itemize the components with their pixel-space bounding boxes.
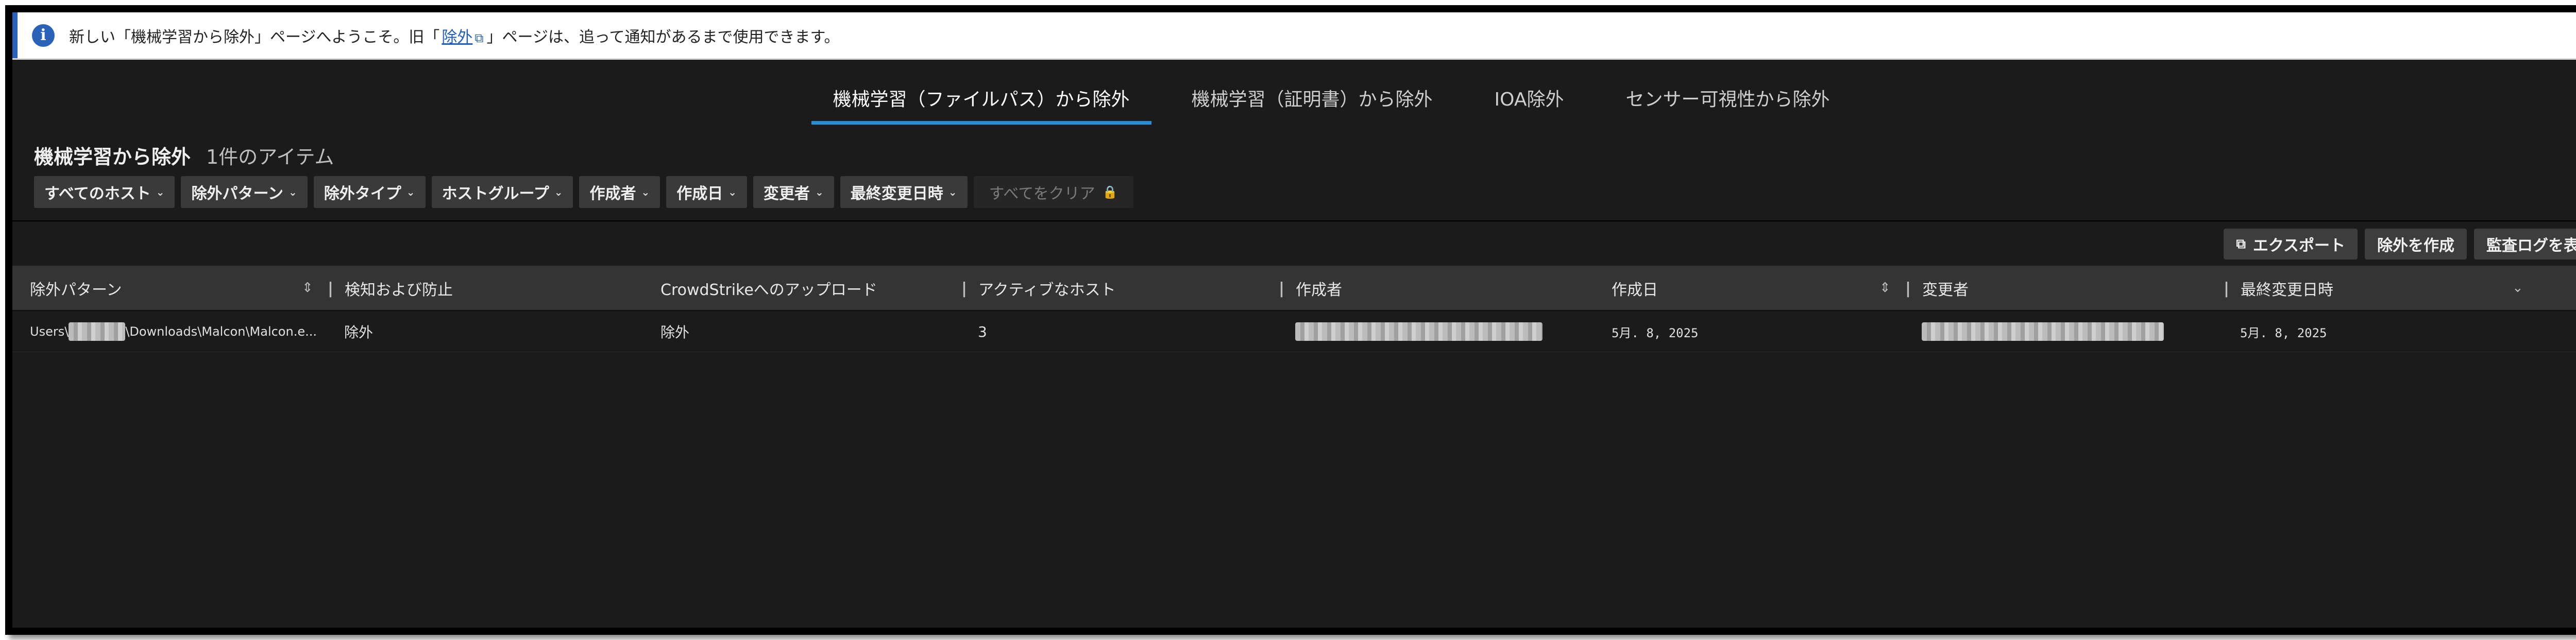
column-label: 変更者 bbox=[1922, 281, 1969, 299]
chevron-down-icon: ⌄ bbox=[406, 186, 415, 198]
column-label: 除外パターン bbox=[30, 281, 122, 299]
table-row[interactable]: Users\ \Downloads\Malcon\Malcon.e... 除外 … bbox=[12, 311, 2576, 352]
cell-detection: 除外 bbox=[344, 324, 374, 341]
banner-message: 新しい「機械学習から除外」ページへようこそ。旧「 除外 ⧉ 」ページは、追って通知があ… bbox=[69, 24, 839, 47]
column-header-pattern[interactable]: 除外パターン bbox=[30, 266, 122, 311]
pattern-prefix: Users\ bbox=[30, 324, 69, 339]
column-label: CrowdStrikeへのアップロード bbox=[660, 281, 877, 299]
filter-label: 除外タイプ bbox=[324, 185, 401, 203]
cell-created-date: 5月. 8, 2025 bbox=[1612, 325, 1699, 340]
column-separator: | bbox=[1905, 279, 1911, 298]
table-header: 除外パターン ⇕ | 検知および防止 CrowdStrikeへのアップロード | ア… bbox=[12, 266, 2576, 311]
column-label: 作成日 bbox=[1612, 281, 1658, 299]
info-icon: i bbox=[32, 24, 55, 47]
column-label: 検知および防止 bbox=[344, 281, 453, 299]
chevron-down-icon: ⌄ bbox=[288, 186, 297, 198]
filter-exclusion-pattern[interactable]: 除外パターン ⌄ bbox=[181, 176, 308, 208]
banner-accent bbox=[12, 12, 18, 58]
item-count: 1件のアイテム bbox=[206, 146, 334, 168]
column-header-created-by[interactable]: | 作成者 bbox=[1279, 266, 1342, 311]
banner-text-after: 」ページは、追って通知があるまで使用できます。 bbox=[486, 28, 840, 46]
column-header-detection[interactable]: | 検知および防止 bbox=[328, 266, 453, 311]
app-window: i 新しい「機械学習から除外」ページへようこそ。旧「 除外 ⧉ 」ページは、追って通知… bbox=[5, 5, 2576, 635]
tab-ml-filepath[interactable]: 機械学習（ファイルパス）から除外 bbox=[811, 69, 1151, 125]
filter-exclusion-type[interactable]: 除外タイプ ⌄ bbox=[313, 176, 426, 208]
filter-label: 除外パターン bbox=[191, 185, 283, 203]
filter-last-modified[interactable]: 最終変更日時 ⌄ bbox=[840, 176, 968, 208]
legacy-exclusions-link[interactable]: 除外 bbox=[442, 28, 472, 46]
table-toolbar: ⧉エクスポート 除外を作成 監査ログを表示 ⫴ bbox=[2224, 229, 2576, 260]
clear-all-button[interactable]: すべてをクリア 🔒 bbox=[973, 176, 1133, 208]
column-header-last-modified[interactable]: | 最終変更日時 bbox=[2224, 266, 2333, 311]
clear-all-label: すべてをクリア bbox=[989, 185, 1095, 203]
export-icon: ⧉ bbox=[2236, 236, 2246, 252]
chevron-down-icon: ⌄ bbox=[948, 186, 957, 198]
filter-label: 変更者 bbox=[764, 185, 810, 203]
column-header-modified-by[interactable]: | 変更者 bbox=[1905, 266, 1969, 311]
column-header-created-date[interactable]: 作成日 bbox=[1612, 266, 1658, 311]
info-banner: i 新しい「機械学習から除外」ページへようこそ。旧「 除外 ⧉ 」ページは、追って通知… bbox=[12, 12, 2576, 60]
tab-bar: 機械学習（ファイルパス）から除外 機械学習（証明書）から除外 IOA除外 センサ… bbox=[12, 69, 2576, 127]
create-exclusion-button[interactable]: 除外を作成 bbox=[2365, 229, 2467, 260]
page-header: 機械学習から除外 1件のアイテム bbox=[34, 141, 334, 169]
column-label: 最終変更日時 bbox=[2240, 281, 2333, 299]
pattern-suffix: \Downloads\Malcon\Malcon.e... bbox=[125, 324, 317, 339]
column-header-active-hosts[interactable]: | アクティブなホスト bbox=[961, 266, 1116, 311]
redacted-username bbox=[69, 322, 126, 341]
chevron-down-icon: ⌄ bbox=[554, 186, 563, 198]
filter-created-by[interactable]: 作成者 ⌄ bbox=[579, 176, 660, 208]
filter-label: 作成日 bbox=[676, 185, 723, 203]
filter-label: 最終変更日時 bbox=[850, 185, 943, 203]
redacted-creator bbox=[1295, 322, 1543, 341]
column-label: 作成者 bbox=[1295, 281, 1342, 299]
cell-active-hosts: 3 bbox=[978, 323, 987, 340]
banner-text-before: 新しい「機械学習から除外」ページへようこそ。旧「 bbox=[69, 28, 440, 46]
filter-all-hosts[interactable]: すべてのホスト ⌄ bbox=[34, 176, 175, 208]
page-title: 機械学習から除外 bbox=[34, 146, 191, 168]
export-button[interactable]: ⧉ エクスポート bbox=[2224, 229, 2358, 260]
tab-ml-certificate[interactable]: 機械学習（証明書）から除外 bbox=[1170, 69, 1454, 125]
filter-label: ホストグループ bbox=[442, 185, 549, 203]
cell-pattern: Users\ \Downloads\Malcon\Malcon.e... bbox=[30, 311, 317, 352]
chevron-down-icon: ⌄ bbox=[728, 186, 737, 198]
tab-sensor-visibility[interactable]: センサー可視性から除外 bbox=[1604, 69, 1851, 125]
sort-icon[interactable]: ⇕ bbox=[1879, 280, 1891, 296]
cell-modified-by bbox=[1922, 311, 2164, 352]
filter-label: 作成者 bbox=[589, 185, 636, 203]
filter-bar: すべてのホスト ⌄ 除外パターン ⌄ 除外タイプ ⌄ ホストグループ ⌄ 作成者 ⌄ 作成… bbox=[34, 176, 1133, 208]
filter-label: すべてのホスト bbox=[44, 185, 151, 203]
column-header-upload[interactable]: CrowdStrikeへのアップロード bbox=[660, 266, 877, 311]
sort-icon[interactable]: ⇕ bbox=[302, 280, 313, 296]
external-link-icon: ⧉ bbox=[474, 30, 484, 45]
export-label: エクスポート bbox=[2252, 237, 2345, 255]
chevron-down-icon: ⌄ bbox=[641, 186, 650, 198]
column-separator: | bbox=[2224, 279, 2229, 298]
table-body: Users\ \Downloads\Malcon\Malcon.e... 除外 … bbox=[12, 311, 2576, 352]
cell-upload: 除外 bbox=[660, 324, 690, 341]
tab-ioa[interactable]: IOA除外 bbox=[1473, 69, 1586, 125]
cell-last-modified: 5月. 8, 2025 bbox=[2240, 325, 2327, 340]
divider bbox=[12, 220, 2576, 221]
filter-host-group[interactable]: ホストグループ ⌄ bbox=[431, 176, 573, 208]
view-audit-log-button[interactable]: 監査ログを表示 bbox=[2474, 229, 2576, 260]
lock-icon: 🔒 bbox=[1102, 185, 1118, 199]
chevron-down-icon: ⌄ bbox=[815, 186, 824, 198]
column-separator: | bbox=[1279, 279, 1284, 298]
column-label: アクティブなホスト bbox=[978, 281, 1116, 299]
filter-created-date[interactable]: 作成日 ⌄ bbox=[666, 176, 747, 208]
chevron-down-icon[interactable]: ⌄ bbox=[2512, 280, 2523, 296]
exclusions-table: 除外パターン ⇕ | 検知および防止 CrowdStrikeへのアップロード | ア… bbox=[12, 266, 2576, 352]
column-separator: | bbox=[328, 279, 333, 298]
cell-created-by bbox=[1295, 311, 1543, 352]
redacted-modifier bbox=[1922, 322, 2164, 341]
column-separator: | bbox=[961, 279, 967, 298]
chevron-down-icon: ⌄ bbox=[156, 186, 165, 198]
filter-modified-by[interactable]: 変更者 ⌄ bbox=[753, 176, 834, 208]
